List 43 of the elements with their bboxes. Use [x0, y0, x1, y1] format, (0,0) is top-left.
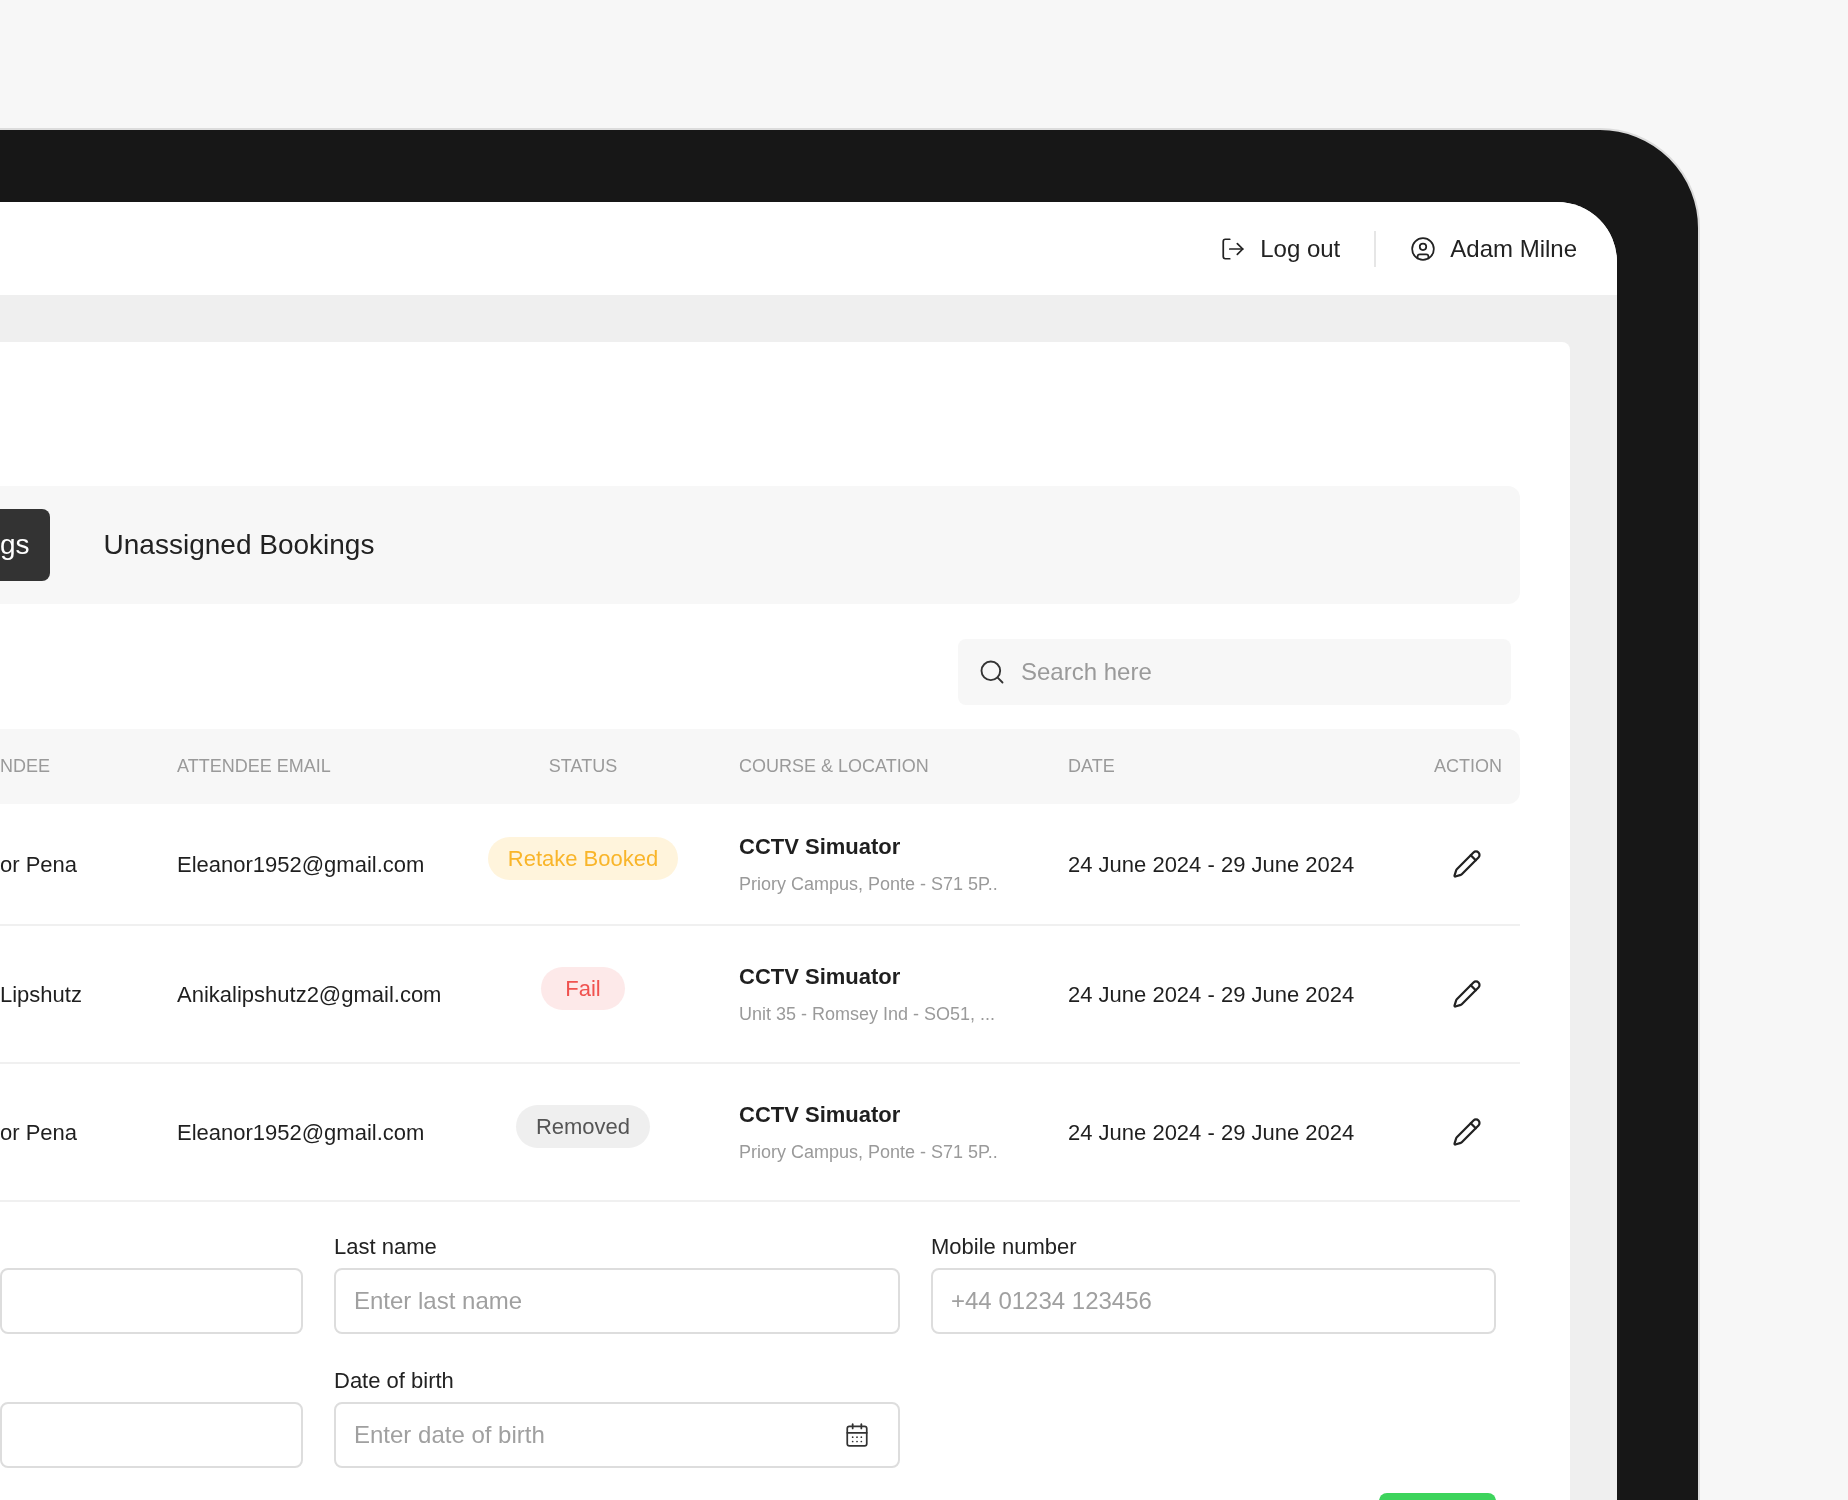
course-location: Priory Campus, Ponte - S71 5P..: [739, 873, 999, 896]
table-cell-text: Eleanor1952@gmail.com: [177, 1118, 426, 1147]
column-header: ATTENDEE EMAIL: [177, 755, 332, 778]
column-header: ACTION: [1434, 755, 1503, 778]
table-cell-text: 24 June 2024 - 29 June 2024: [1068, 1118, 1356, 1147]
calendar-icon[interactable]: [844, 1422, 870, 1448]
table-cell-text: or Pena: [0, 1118, 79, 1147]
table-cell-text: 24 June 2024 - 29 June 2024: [1068, 850, 1356, 879]
table-cell-text: Lipshutz: [0, 980, 83, 1009]
field-label: Mobile number: [931, 1233, 1078, 1256]
course-name: CCTV Simuator: [739, 833, 902, 861]
column-header: STATUS: [548, 755, 618, 778]
tab[interactable]: gs: [0, 509, 50, 581]
course-location: Unit 35 - Romsey Ind - SO51, ...: [739, 1003, 997, 1026]
search-field[interactable]: Search here: [958, 639, 1511, 705]
column-header: DATE: [1068, 755, 1116, 778]
column-header: NDEE: [0, 755, 51, 778]
table-cell-text: 24 June 2024 - 29 June 2024: [1068, 980, 1356, 1009]
status-badge: Removed: [515, 1104, 651, 1148]
course-name: CCTV Simuator: [739, 1101, 902, 1129]
table-cell-text: Anikalipshutz2@gmail.com: [177, 980, 443, 1009]
date-field[interactable]: Enter date of birth: [334, 1402, 900, 1468]
field-label: Last name: [334, 1233, 438, 1256]
tab[interactable]: Unassigned Bookings: [103, 509, 375, 581]
edit-icon[interactable]: [1452, 1117, 1482, 1147]
table-cell-text: or Pena: [0, 850, 79, 879]
column-header: COURSE & LOCATION: [738, 755, 930, 778]
table-cell-text: Eleanor1952@gmail.com: [177, 850, 426, 879]
input-field[interactable]: [0, 1268, 303, 1334]
course-name: CCTV Simuator: [739, 963, 902, 991]
edit-icon[interactable]: [1452, 979, 1482, 1009]
user-name[interactable]: Adam Milne: [1450, 230, 1577, 267]
logout-button[interactable]: Log out: [1260, 230, 1341, 267]
edit-icon[interactable]: [1452, 849, 1482, 879]
search-icon: [978, 658, 1006, 686]
input-field[interactable]: [0, 1402, 303, 1468]
status-badge: Retake Booked: [487, 836, 679, 880]
field-label: Date of birth: [334, 1367, 455, 1390]
course-location: Priory Campus, Ponte - S71 5P..: [739, 1141, 999, 1164]
input-field[interactable]: +44 01234 123456: [931, 1268, 1496, 1334]
status-badge: Fail: [541, 966, 625, 1010]
user-icon[interactable]: [1410, 235, 1437, 262]
input-field[interactable]: Enter last name: [334, 1268, 900, 1334]
